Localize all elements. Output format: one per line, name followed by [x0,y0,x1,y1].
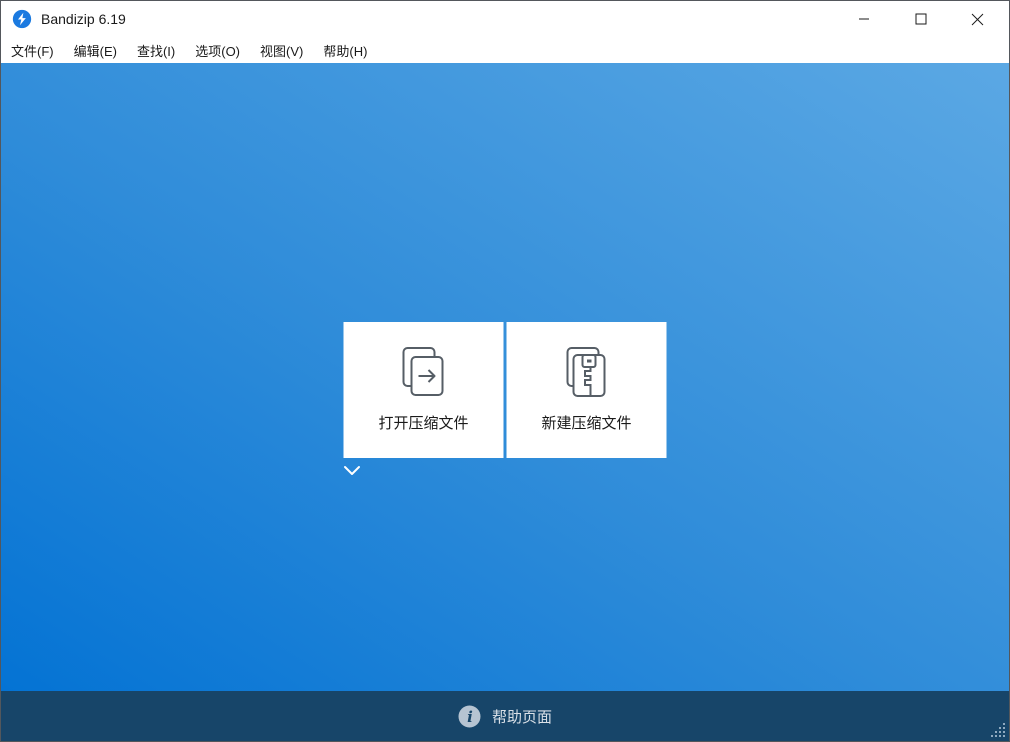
menu-find[interactable]: 查找(I) [127,37,185,64]
menu-options[interactable]: 选项(O) [185,37,250,64]
svg-text:i: i [467,708,473,726]
window-controls [840,1,1001,37]
window-title: Bandizip 6.19 [41,11,840,27]
action-cards: 打开压缩文件 新建压缩文件 [344,322,667,458]
resize-grip-icon[interactable] [991,723,1006,738]
minimize-icon [858,13,870,25]
minimize-button[interactable] [840,1,887,37]
new-archive-card[interactable]: 新建压缩文件 [507,322,667,458]
menu-edit[interactable]: 编辑(E) [64,37,127,64]
open-archive-icon [396,344,452,402]
new-archive-icon [559,344,615,402]
info-icon: i [458,705,481,728]
open-archive-label: 打开压缩文件 [378,412,468,433]
workspace[interactable]: 打开压缩文件 新建压缩文件 [1,63,1009,691]
maximize-icon [915,13,927,25]
menubar: 文件(F) 编辑(E) 查找(I) 选项(O) 视图(V) 帮助(H) [1,37,1009,63]
menu-view[interactable]: 视图(V) [250,37,313,64]
close-icon [971,13,984,26]
help-page-label: 帮助页面 [492,706,552,727]
statusbar[interactable]: i 帮助页面 [1,691,1009,741]
menu-help[interactable]: 帮助(H) [313,37,377,64]
menu-file[interactable]: 文件(F) [5,37,64,64]
chevron-down-icon[interactable] [343,465,361,477]
maximize-button[interactable] [897,1,944,37]
titlebar: Bandizip 6.19 [1,1,1009,37]
open-archive-card[interactable]: 打开压缩文件 [344,322,504,458]
bandizip-logo-icon [12,9,32,29]
new-archive-label: 新建压缩文件 [541,412,631,433]
close-button[interactable] [954,1,1001,37]
bandizip-window: Bandizip 6.19 文件(F) 编辑(E) 查找(I) 选项(O) 视图… [0,0,1010,742]
